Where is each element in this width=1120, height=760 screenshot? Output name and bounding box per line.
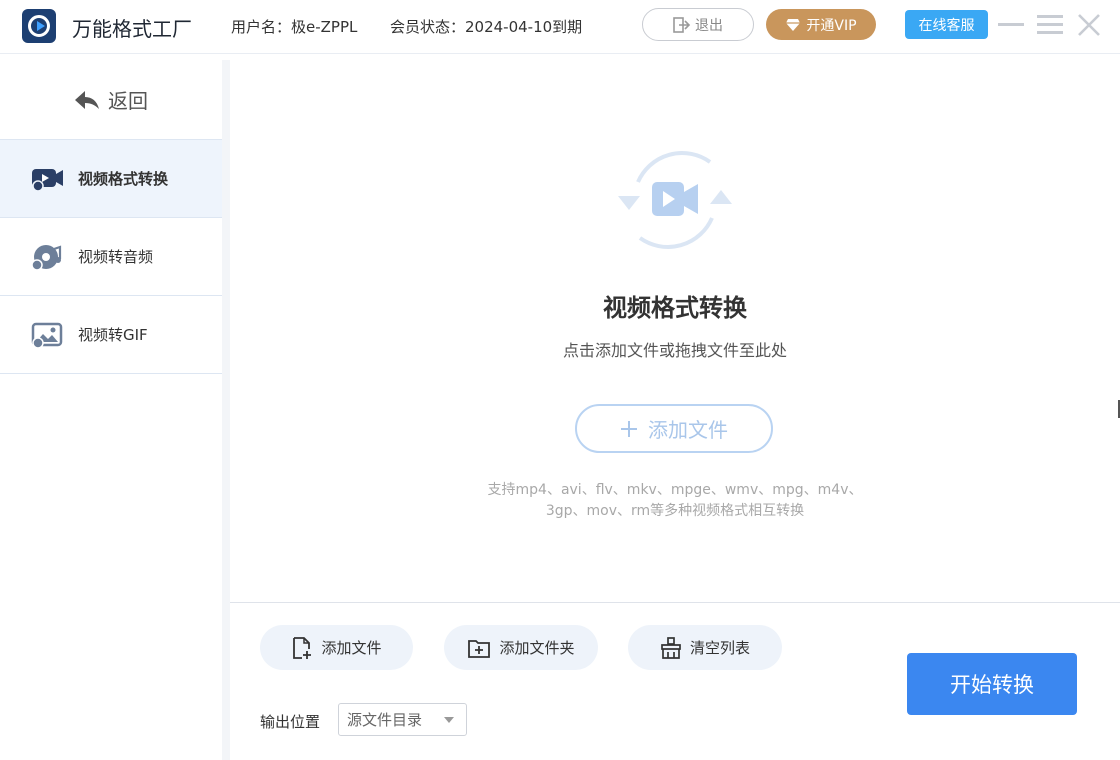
plus-icon — [621, 420, 637, 437]
start-convert-button[interactable]: 开始转换 — [907, 653, 1077, 715]
close-icon — [1078, 14, 1100, 36]
page-title: 视频格式转换 — [603, 294, 747, 322]
sidebar: 返回 视频格式转换 视频转音频 视频转GIF — [0, 60, 222, 760]
output-location-value: 源文件目录 — [347, 711, 423, 729]
add-file-button[interactable]: 添加文件 — [260, 625, 413, 670]
video-to-audio-icon — [31, 244, 62, 271]
output-location-label: 输出位置 — [260, 713, 321, 731]
logout-icon — [673, 16, 691, 33]
vip-button-label: 开通VIP — [806, 17, 857, 34]
diamond-icon — [786, 18, 801, 31]
add-file-label: 添加文件 — [648, 418, 728, 442]
formats-line-2: 3gp、mov、rm等多种视频格式相互转换 — [545, 503, 805, 519]
sidebar-item-video-to-audio[interactable]: 视频转音频 — [0, 218, 222, 296]
open-vip-button[interactable]: 开通VIP — [766, 9, 876, 40]
membership-status-text: 会员状态：2024-04-10到期 — [390, 18, 583, 36]
back-arrow-icon — [75, 90, 99, 109]
sidebar-divider — [222, 60, 230, 760]
back-button[interactable]: 返回 — [0, 60, 222, 140]
video-convert-icon — [32, 168, 63, 192]
chevron-down-icon — [444, 717, 454, 723]
add-file-icon — [293, 636, 312, 659]
supported-formats-text: 支持mp4、avi、flv、mkv、mpge、wmv、mpg、m4v、 3gp、… — [230, 480, 1120, 522]
app-title: 万能格式工厂 — [72, 17, 192, 41]
back-label: 返回 — [108, 89, 148, 113]
title-bar: 万能格式工厂 用户名：极e-ZPPL 会员状态：2024-04-10到期 退出 … — [0, 0, 1120, 54]
formats-line-1: 支持mp4、avi、flv、mkv、mpge、wmv、mpg、m4v、 — [487, 482, 863, 498]
file-drop-area[interactable]: 视频格式转换 点击添加文件或拖拽文件至此处 添加文件 支持mp4、avi、flv… — [230, 60, 1120, 602]
minimize-button[interactable] — [996, 10, 1026, 40]
app-logo — [22, 9, 56, 43]
broom-icon — [661, 636, 681, 659]
sidebar-item-label: 视频格式转换 — [78, 170, 169, 188]
clear-list-button[interactable]: 清空列表 — [628, 625, 782, 670]
menu-button[interactable] — [1035, 10, 1065, 40]
drop-hint-text: 点击添加文件或拖拽文件至此处 — [562, 341, 787, 360]
sidebar-item-label: 视频转GIF — [78, 326, 148, 344]
add-folder-button-label: 添加文件夹 — [499, 639, 575, 657]
clear-list-button-label: 清空列表 — [689, 639, 750, 657]
bottom-toolbar: 添加文件 添加文件夹 清空列表 输出位置 源文件目录 开始转换 — [230, 603, 1120, 760]
sidebar-item-video-convert[interactable]: 视频格式转换 — [0, 140, 222, 218]
hamburger-menu-icon — [1037, 15, 1063, 34]
user-name-text: 用户名：极e-ZPPL — [231, 18, 358, 36]
minimize-icon — [998, 23, 1024, 26]
online-service-button[interactable]: 在线客服 — [905, 10, 988, 39]
sidebar-item-video-to-gif[interactable]: 视频转GIF — [0, 296, 222, 374]
add-file-button-center[interactable]: 添加文件 — [575, 404, 773, 453]
add-folder-button[interactable]: 添加文件夹 — [444, 625, 598, 670]
sidebar-item-label: 视频转音频 — [78, 248, 154, 266]
video-convert-hero-icon — [618, 151, 732, 249]
close-button[interactable] — [1074, 10, 1104, 40]
add-file-button-label: 添加文件 — [321, 639, 382, 657]
logout-button[interactable]: 退出 — [642, 8, 754, 41]
add-folder-icon — [468, 639, 491, 658]
video-to-gif-icon — [31, 322, 63, 349]
output-location-select[interactable]: 源文件目录 — [338, 703, 467, 736]
logout-label: 退出 — [695, 17, 723, 34]
